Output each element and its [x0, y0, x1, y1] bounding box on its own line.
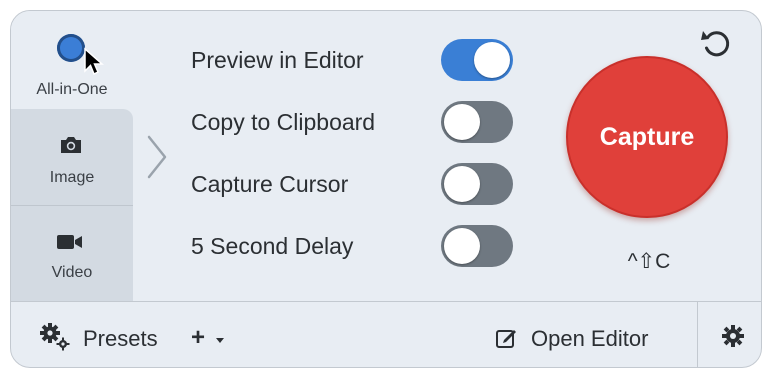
gear-icon[interactable] [721, 324, 745, 353]
mode-all-in-one-label: All-in-One [36, 81, 108, 98]
toggle-knob [444, 104, 480, 140]
presets-label[interactable]: Presets [83, 326, 158, 352]
toggle-knob [444, 166, 480, 202]
mode-video-label: Video [51, 264, 93, 281]
bottom-bar: Presets + Open Editor [11, 301, 761, 367]
presets-gear-icon[interactable] [39, 322, 73, 357]
cursor-icon [83, 47, 107, 82]
toggle-knob [444, 228, 480, 264]
edit-icon[interactable] [495, 326, 519, 355]
toggle-preview-in-editor[interactable] [441, 39, 513, 81]
refresh-icon[interactable] [699, 27, 735, 68]
toggle-5-second-delay[interactable] [441, 225, 513, 267]
option-preview-in-editor-label: Preview in Editor [191, 47, 364, 73]
add-preset-button[interactable]: + [191, 324, 205, 352]
capture-button[interactable]: Capture [566, 56, 728, 218]
mode-selector: All-in-One Image Video [11, 11, 133, 301]
open-editor-button[interactable]: Open Editor [531, 326, 648, 352]
selected-indicator [57, 34, 85, 62]
video-camera-icon [56, 233, 84, 256]
toggle-knob [474, 42, 510, 78]
toggle-copy-to-clipboard[interactable] [441, 101, 513, 143]
option-5-second-delay-label: 5 Second Delay [191, 233, 354, 259]
mode-all-in-one[interactable]: All-in-One [11, 11, 133, 109]
capture-panel: All-in-One Image Video Preview in Editor… [10, 10, 762, 368]
option-copy-to-clipboard-label: Copy to Clipboard [191, 109, 376, 135]
camera-icon [59, 135, 83, 160]
mode-image-label: Image [49, 169, 95, 186]
capture-button-label: Capture [599, 122, 695, 151]
capture-shortcut: ^⇧C [627, 250, 671, 273]
divider [697, 302, 698, 367]
option-capture-cursor-label: Capture Cursor [191, 171, 349, 197]
chevron-right-icon [143, 133, 171, 186]
caret-down-icon[interactable] [215, 332, 225, 350]
toggle-capture-cursor[interactable] [441, 163, 513, 205]
